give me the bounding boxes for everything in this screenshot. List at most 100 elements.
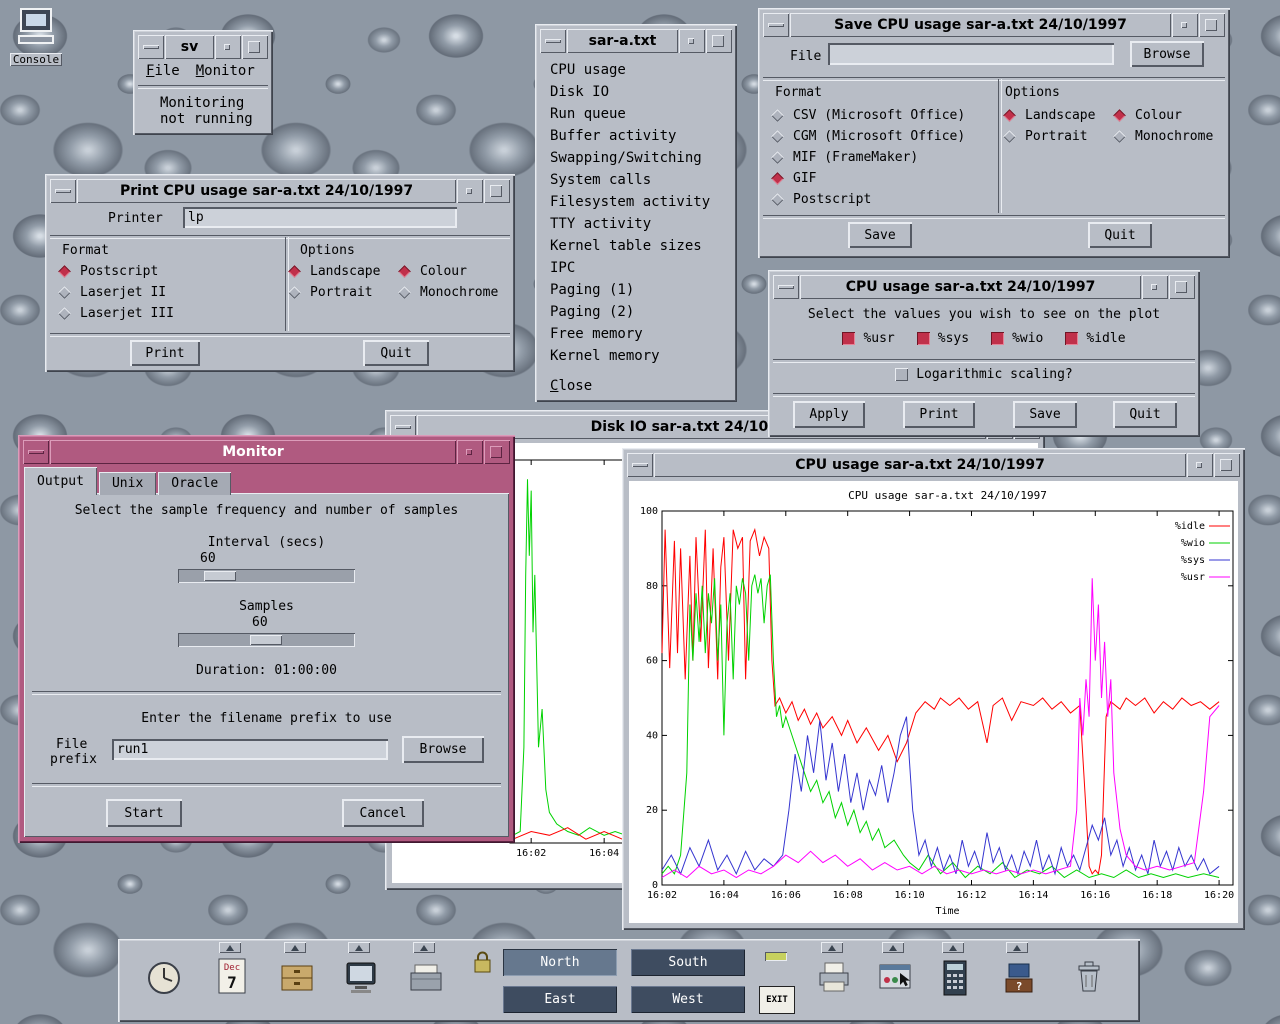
titlebar[interactable]: sv [138,35,268,59]
menu-monitor[interactable]: Monitor [188,61,263,81]
window-menu-button[interactable] [540,29,566,53]
maximize-button[interactable] [242,35,268,59]
calendar-icon[interactable]: Dec7 [210,953,254,999]
minimize-button[interactable] [1172,13,1198,37]
subpanel-arrow[interactable] [348,942,370,953]
window-menu-button[interactable] [763,13,789,37]
checkbox-wio[interactable]: %wio [991,331,1043,346]
titlebar[interactable]: CPU usage sar-a.txt 24/10/1997 [773,275,1195,299]
interval-slider-thumb[interactable] [204,571,236,581]
mail-icon[interactable] [404,955,448,1001]
menu-item-kernel-memory[interactable]: Kernel memory [540,345,732,367]
file-manager-icon[interactable] [275,955,319,1001]
menu-item-run-queue[interactable]: Run queue [540,103,732,125]
menu-item-buffer-activity[interactable]: Buffer activity [540,125,732,147]
subpanel-arrow[interactable] [1006,942,1028,953]
exit-button[interactable]: EXIT [759,986,795,1014]
subpanel-arrow[interactable] [821,942,843,953]
menu-file[interactable]: File [138,61,188,81]
subpanel-arrow[interactable] [284,942,306,953]
tab-unix[interactable]: Unix [99,472,156,495]
terminal-icon[interactable] [339,955,383,1001]
window-menu-button[interactable] [138,35,164,59]
window-menu-button[interactable] [50,179,76,203]
style-manager-icon[interactable] [873,955,917,1001]
maximize-button[interactable] [1169,275,1195,299]
samples-slider[interactable] [178,633,355,647]
checkbox-sys[interactable]: %sys [917,331,969,346]
maximize-button[interactable] [484,179,510,203]
checkbox-idle[interactable]: %idle [1065,331,1125,346]
print-button[interactable]: Print [903,401,975,428]
quit-button[interactable]: Quit [1113,401,1177,428]
file-prefix-input[interactable] [112,739,388,760]
menu-item-swapping-switching[interactable]: Swapping/Switching [540,147,732,169]
format-radio-gif[interactable]: GIF [771,168,965,189]
printer-icon[interactable] [812,955,856,1001]
interval-slider[interactable] [178,569,355,583]
lock-icon[interactable] [470,947,496,977]
workspace-south[interactable]: South [631,949,745,976]
menu-item-paging-1[interactable]: Paging (1) [540,279,732,301]
calculator-icon[interactable] [933,955,977,1001]
colour-radio-colour[interactable]: Colour [398,261,498,282]
save-button[interactable]: Save [1013,401,1077,428]
checkbox-usr[interactable]: %usr [842,331,894,346]
samples-slider-thumb[interactable] [250,635,282,645]
format-radio-mif-framemaker[interactable]: MIF (FrameMaker) [771,147,965,168]
maximize-button[interactable] [706,29,732,53]
menu-item-free-memory[interactable]: Free memory [540,323,732,345]
menu-item-disk-io[interactable]: Disk IO [540,81,732,103]
subpanel-arrow[interactable] [882,942,904,953]
start-button[interactable]: Start [106,799,182,827]
titlebar[interactable]: Print CPU usage sar-a.txt 24/10/1997 [50,179,510,203]
menu-item-kernel-table-sizes[interactable]: Kernel table sizes [540,235,732,257]
minimize-button[interactable] [215,35,241,59]
minimize-button[interactable] [1142,275,1168,299]
maximize-button[interactable] [484,440,510,464]
workspace-west[interactable]: West [631,986,745,1013]
menu-item-tty-activity[interactable]: TTY activity [540,213,732,235]
tab-output[interactable]: Output [24,467,97,495]
help-icon[interactable]: ? [997,955,1041,1001]
printer-input[interactable] [183,207,457,228]
window-menu-button[interactable] [773,275,799,299]
apply-button[interactable]: Apply [793,401,865,428]
format-radio-laserjet-ii[interactable]: Laserjet II [58,282,174,303]
format-radio-laserjet-iii[interactable]: Laserjet III [58,303,174,324]
titlebar[interactable]: Monitor [23,440,510,464]
menu-item-system-calls[interactable]: System calls [540,169,732,191]
workspace-east[interactable]: East [503,986,617,1013]
print-button[interactable]: Print [130,340,200,366]
titlebar[interactable]: sar-a.txt [540,29,732,53]
subpanel-arrow[interactable] [219,942,241,953]
save-button[interactable]: Save [848,222,912,248]
quit-button[interactable]: Quit [363,340,429,366]
orientation-radio-landscape[interactable]: Landscape [288,261,380,282]
format-radio-postscript[interactable]: Postscript [58,261,174,282]
window-menu-button[interactable] [23,440,49,464]
titlebar[interactable]: Save CPU usage sar-a.txt 24/10/1997 [763,13,1225,37]
minimize-button[interactable] [457,440,483,464]
browse-button[interactable]: Browse [402,736,484,763]
colour-radio-colour[interactable]: Colour [1113,105,1213,126]
menu-item-ipc[interactable]: IPC [540,257,732,279]
colour-radio-monochrome[interactable]: Monochrome [398,282,498,303]
menu-item-close[interactable]: Close [540,375,732,397]
subpanel-arrow[interactable] [942,942,964,953]
format-radio-csv-microsoft-office[interactable]: CSV (Microsoft Office) [771,105,965,126]
orientation-radio-landscape[interactable]: Landscape [1003,105,1095,126]
minimize-button[interactable] [1187,453,1213,477]
orientation-radio-portrait[interactable]: Portrait [288,282,380,303]
maximize-button[interactable] [1199,13,1225,37]
cancel-button[interactable]: Cancel [342,799,424,827]
trash-icon[interactable] [1067,955,1111,1001]
minimize-button[interactable] [679,29,705,53]
log-scaling-checkbox[interactable]: Logarithmic scaling? [895,367,1073,382]
file-input[interactable] [828,43,1114,65]
maximize-button[interactable] [1214,453,1240,477]
console-desktop-icon[interactable]: Console [4,6,68,67]
titlebar[interactable]: CPU usage sar-a.txt 24/10/1997 [627,453,1240,477]
workspace-north[interactable]: North [503,949,617,976]
menu-item-filesystem-activity[interactable]: Filesystem activity [540,191,732,213]
